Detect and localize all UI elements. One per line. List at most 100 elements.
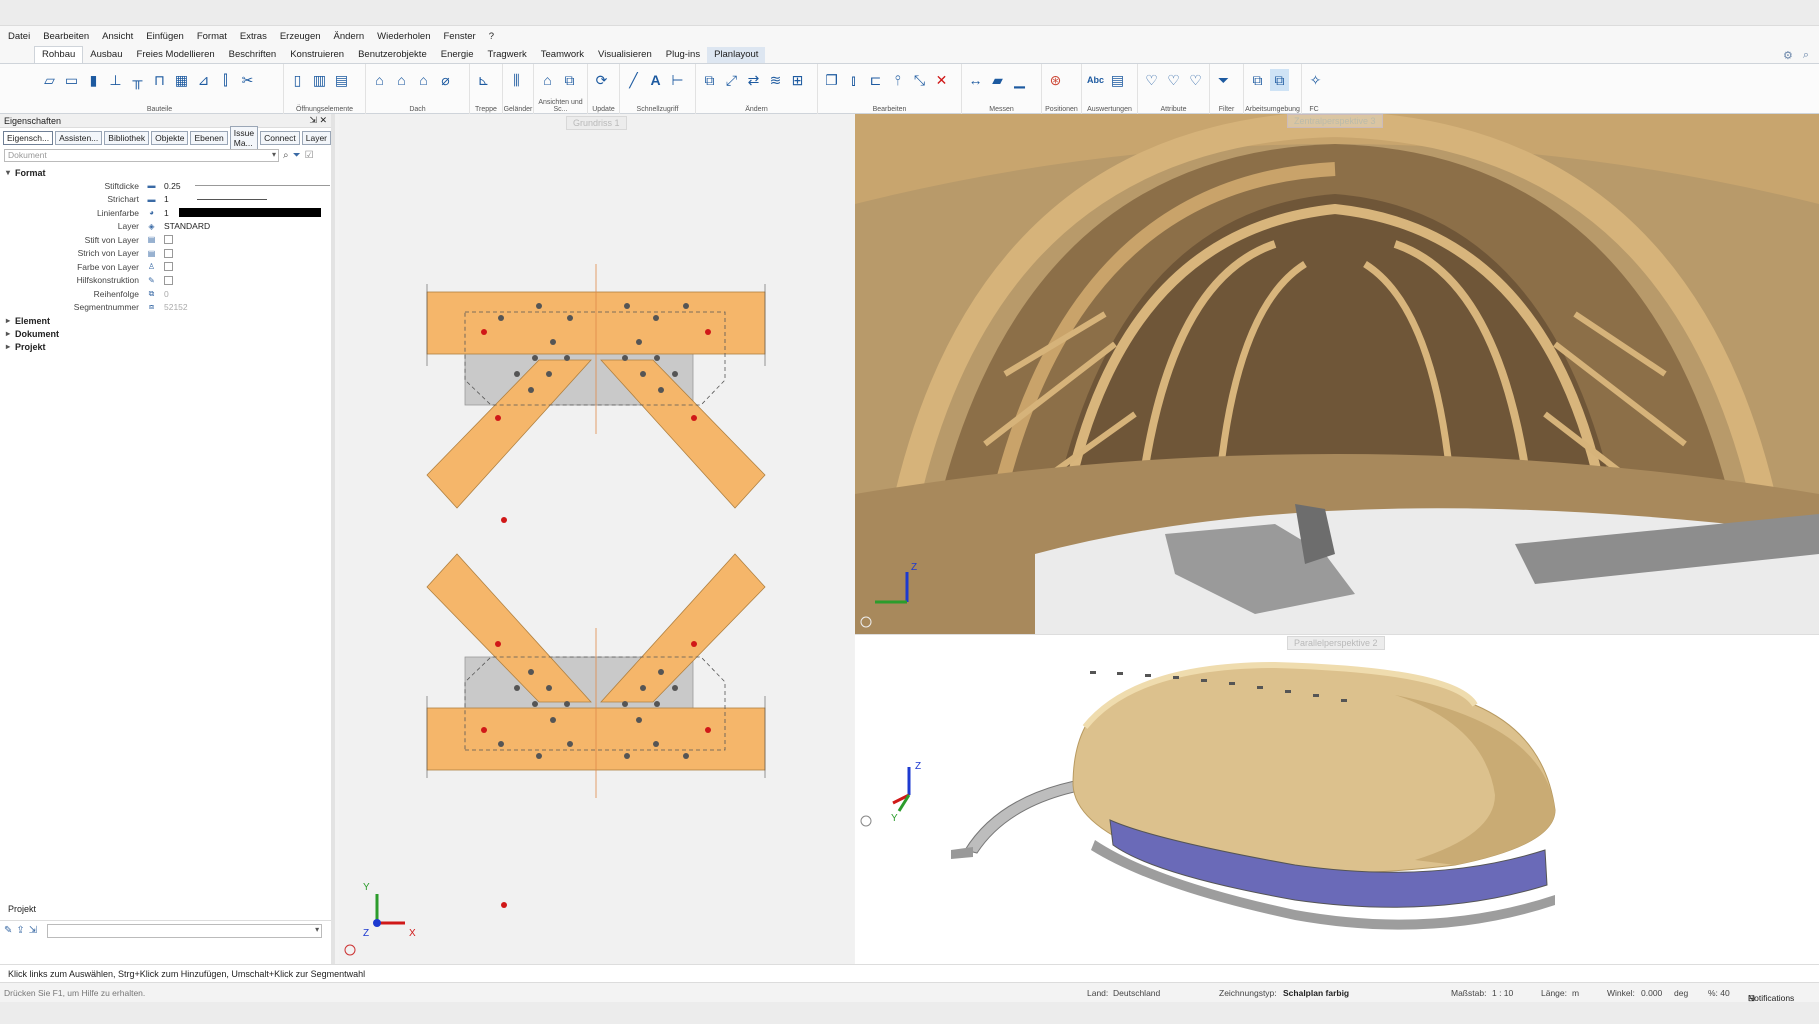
panel-tab-layer[interactable]: Layer [301,131,332,145]
measure-height-icon[interactable]: ▁ [1010,69,1029,91]
length-value[interactable]: m [1572,988,1579,998]
measure-area-icon[interactable]: ▰ [988,69,1007,91]
color-swatch[interactable] [178,208,321,218]
checkbox[interactable] [164,235,173,245]
menu-extras[interactable]: Extras [240,31,267,42]
panel-tab-objekte[interactable]: Objekte [151,131,189,145]
offset-icon[interactable]: ≋ [766,69,785,91]
menu-erzeugen[interactable]: Erzeugen [280,31,321,42]
workspace-icon[interactable]: ⧉ [1248,69,1267,91]
align-icon[interactable]: ⊏ [866,69,885,91]
attribute-icon[interactable]: ♡ [1142,69,1161,91]
tab-energie[interactable]: Energie [434,47,481,63]
document-select[interactable]: Dokument [4,148,279,162]
workspace-active-icon[interactable]: ⧉ [1270,69,1289,91]
position-icon[interactable]: ⊛ [1046,69,1065,91]
tab-ausbau[interactable]: Ausbau [83,47,129,63]
menu-aendern[interactable]: Ändern [334,31,365,42]
opening-icon[interactable]: ▤ [332,69,351,91]
spellcheck-icon[interactable]: Abc [1086,69,1105,91]
copy-icon[interactable]: ❐ [822,69,841,91]
dormer-icon[interactable]: ⌂ [414,69,433,91]
window-icon[interactable]: ▥ [310,69,329,91]
tab-beschriften[interactable]: Beschriften [222,47,284,63]
navigation-icon[interactable] [344,944,356,956]
panel-tab-bibliothek[interactable]: Bibliothek [104,131,150,145]
scale-value[interactable]: 1 : 10 [1492,988,1513,998]
scale-icon[interactable]: ⤡ [910,69,929,91]
attribute-copy-icon[interactable]: ♡ [1186,69,1205,91]
move-icon[interactable]: ⇄ [744,69,763,91]
door-icon[interactable]: ▯ [288,69,307,91]
attribute-edit-icon[interactable]: ♡ [1164,69,1183,91]
prop-value[interactable]: 0 [164,289,169,299]
tab-visualisieren[interactable]: Visualisieren [591,47,659,63]
checkbox[interactable] [164,275,173,285]
menu-datei[interactable]: Datei [8,31,30,42]
land-value[interactable]: Deutschland [1113,988,1160,998]
fc-icon[interactable]: ✧ [1306,69,1325,91]
stair-tool-icon[interactable]: ⊾ [474,69,493,91]
section-projekt[interactable]: ▸ Projekt [0,340,331,353]
prop-value[interactable]: 52152 [164,302,188,312]
panel-tab-eigenschaften[interactable]: Eigensch... [3,131,54,145]
railing-icon[interactable]: ⫼ [507,69,526,91]
prop-row[interactable]: Strichart ▬ 1 [0,193,331,207]
measure-distance-icon[interactable]: ↔ [966,69,985,91]
prop-value[interactable]: 1 [164,208,169,218]
prop-row[interactable]: Strich von Layer ▤ [0,247,331,261]
steel-icon[interactable]: ⫿ [216,69,235,91]
prop-value[interactable]: 0.25 [164,181,181,191]
tab-planlayout[interactable]: Planlayout [707,47,766,63]
roof-edit-icon[interactable]: ⌂ [392,69,411,91]
grid-icon[interactable]: ▦ [172,69,191,91]
tab-tragwerk[interactable]: Tragwerk [481,47,534,63]
type-value[interactable]: Schalplan farbig [1283,988,1349,998]
stretch-icon[interactable]: ⤢ [722,69,741,91]
dimension-icon[interactable]: ⊢ [668,69,687,91]
slab-icon[interactable]: ▭ [62,69,81,91]
wall-icon[interactable]: ▱ [40,69,59,91]
navigation-icon[interactable] [860,815,872,827]
prop-row[interactable]: Stiftdicke ▬ 0.25 [0,179,331,193]
plan-viewport[interactable]: Grundriss 1 Y X Z [339,114,854,964]
perspective-viewport[interactable]: Z Zentralperspektive 3 [855,114,1819,634]
menu-bearbeiten[interactable]: Bearbeiten [43,31,89,42]
prop-row[interactable]: Layer ◈ STANDARD [0,220,331,234]
text-icon[interactable]: A [646,69,665,91]
menu-format[interactable]: Format [197,31,227,42]
prop-row[interactable]: Stift von Layer ▤ [0,233,331,247]
menu-fenster[interactable]: Fenster [444,31,476,42]
line-icon[interactable]: ╱ [624,69,643,91]
checkbox[interactable] [164,262,173,272]
filter-icon[interactable]: ⏷ [1214,69,1233,91]
checkbox[interactable] [164,248,173,258]
share-icon[interactable]: ⇪ [16,925,24,936]
join-icon[interactable]: ⊞ [788,69,807,91]
delete-icon[interactable]: ✕ [932,69,951,91]
section-format[interactable]: ▾ Format [0,166,331,179]
tab-rohbau[interactable]: Rohbau [34,46,84,63]
roof-icon[interactable]: ⌂ [370,69,389,91]
section-dokument[interactable]: ▸ Dokument [0,327,331,340]
update-icon[interactable]: ⟳ [592,69,611,91]
panel-tab-connect[interactable]: Connect [260,131,300,145]
percent-value[interactable]: %: 40 [1708,988,1730,998]
export-icon[interactable]: ⇲ [29,925,37,936]
pencil-icon[interactable]: ✎ [4,925,12,936]
mirror-icon[interactable]: ⫯ [888,69,907,91]
section-icon[interactable]: ⧉ [560,69,579,91]
prop-row[interactable]: Hilfskonstruktion ✎ [0,274,331,288]
report-icon[interactable]: ▤ [1108,69,1127,91]
panel-tab-assistenten[interactable]: Assisten... [55,131,103,145]
panel-tab-issue[interactable]: Issue Ma... [229,126,259,150]
prop-row[interactable]: Reihenfolge ⧉ 0 [0,287,331,301]
tab-plugins[interactable]: Plug-ins [659,47,707,63]
prop-row[interactable]: Linienfarbe ◕ 1 [0,206,331,220]
cut-icon[interactable]: ✂ [238,69,257,91]
menu-ansicht[interactable]: Ansicht [102,31,133,42]
parallel-viewport[interactable]: Parallelperspektive 2 Z Y [855,634,1819,964]
footing-icon[interactable]: ⊥ [106,69,125,91]
array-icon[interactable]: ⫾ [844,69,863,91]
search-icon[interactable]: ⌕ [1803,49,1809,62]
